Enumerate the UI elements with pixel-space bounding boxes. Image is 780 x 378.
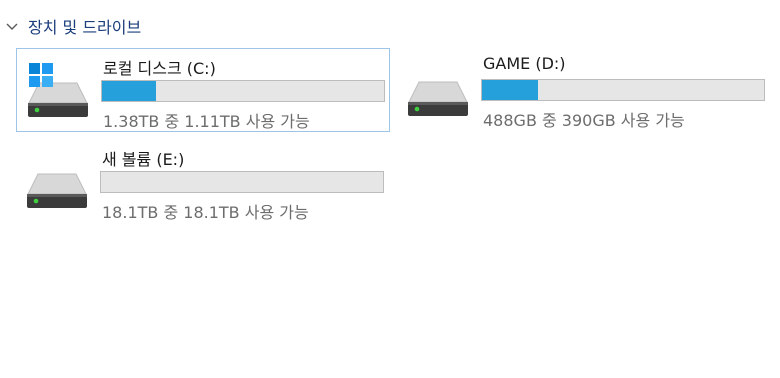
chevron-down-icon[interactable]: [6, 20, 18, 32]
usage-bar-fill: [102, 81, 156, 101]
drive-name: 로컬 디스크 (C:): [103, 59, 216, 78]
drive-name: GAME (D:): [483, 54, 566, 73]
drive-name: 새 볼륨 (E:): [102, 150, 185, 169]
drive-item-d[interactable]: GAME (D:) 488GB 중 390GB 사용 가능: [397, 48, 771, 132]
usage-bar: [481, 79, 765, 101]
usage-bar: [100, 171, 384, 193]
hard-drive-icon: [27, 173, 87, 208]
section-title: 장치 및 드라이브: [28, 18, 142, 37]
drive-size-text: 18.1TB 중 18.1TB 사용 가능: [102, 203, 309, 222]
drive-size-text: 488GB 중 390GB 사용 가능: [483, 111, 685, 130]
drive-size-text: 1.38TB 중 1.11TB 사용 가능: [103, 112, 310, 131]
usage-bar-fill: [482, 80, 539, 100]
section-header-devices-and-drives[interactable]: 장치 및 드라이브: [6, 14, 141, 38]
windows-hard-drive-icon: [28, 63, 88, 117]
usage-bar: [101, 80, 385, 102]
drive-item-e[interactable]: 새 볼륨 (E:) 18.1TB 중 18.1TB 사용 가능: [16, 140, 390, 224]
hard-drive-icon: [408, 81, 468, 116]
drive-item-c[interactable]: 로컬 디스크 (C:) 1.38TB 중 1.11TB 사용 가능: [16, 48, 390, 132]
